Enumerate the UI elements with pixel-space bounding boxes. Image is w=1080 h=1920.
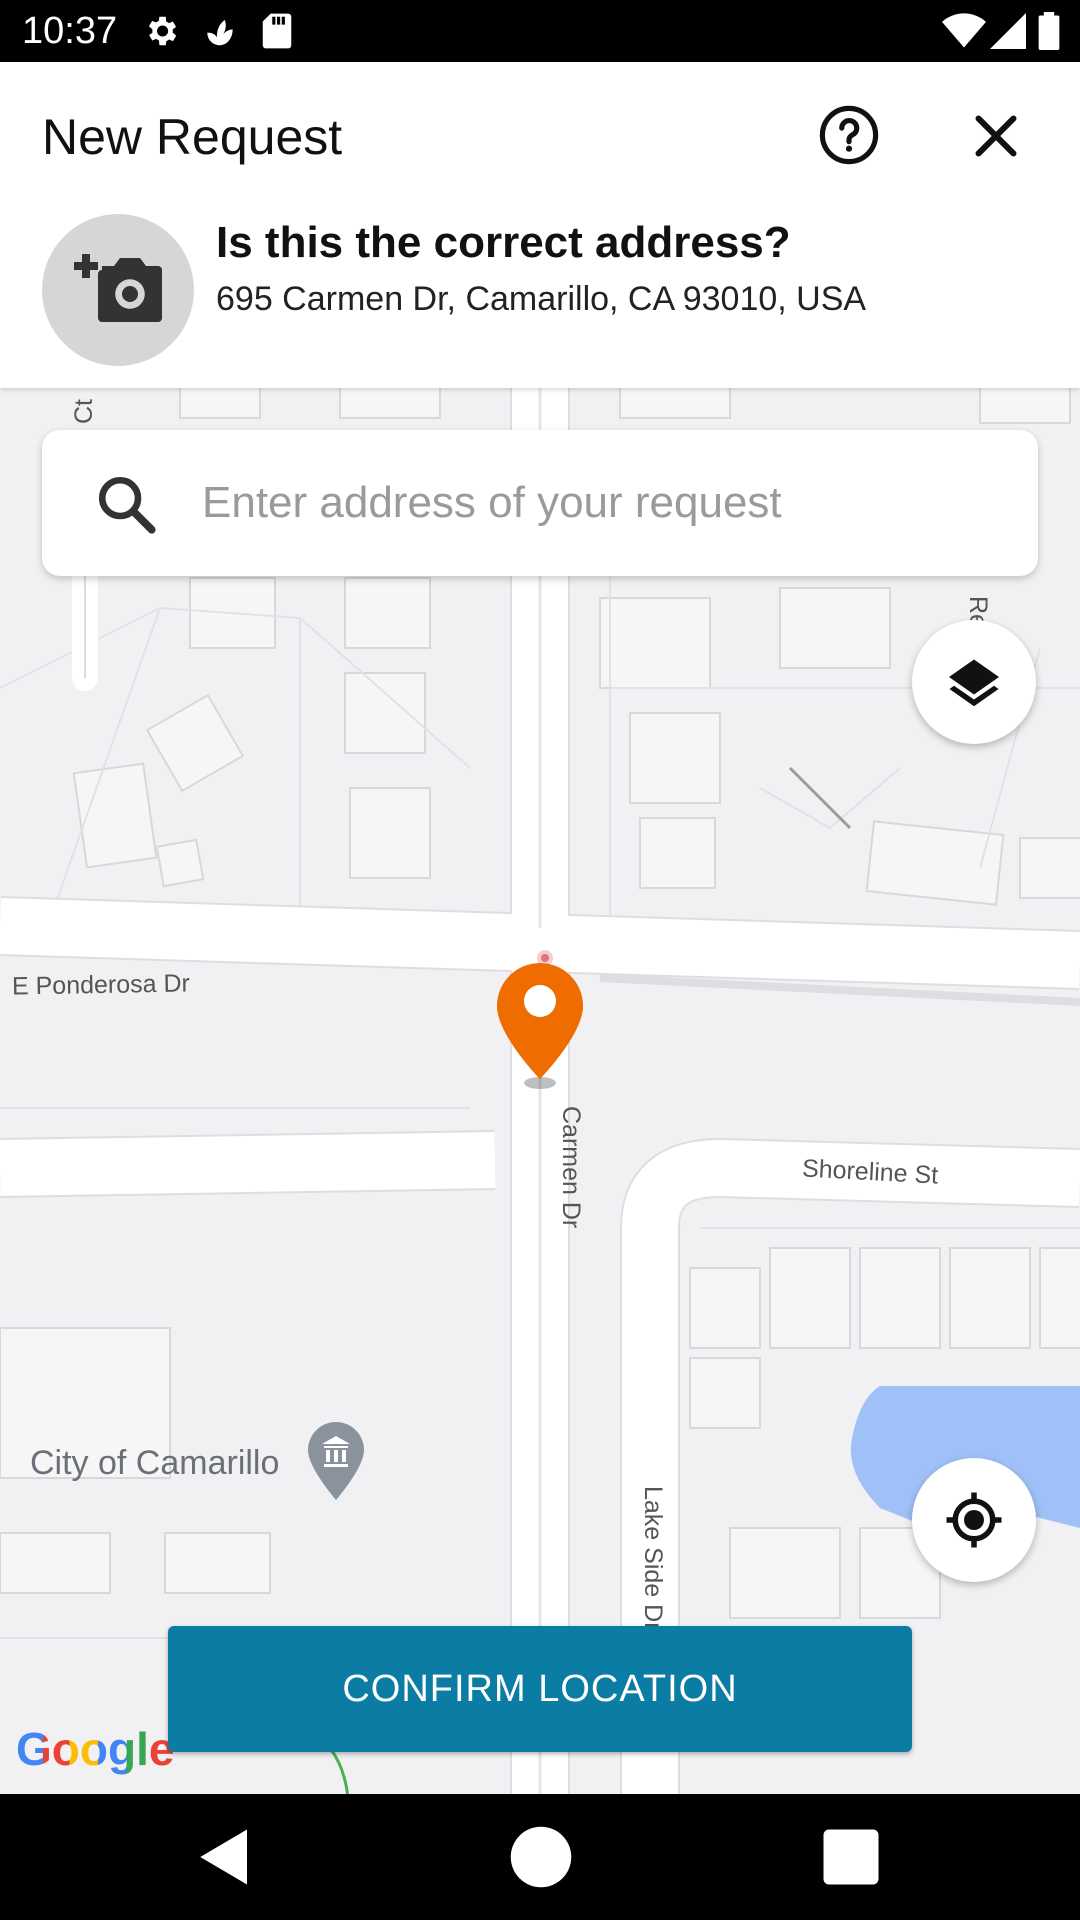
- city-hall-icon[interactable]: [308, 1422, 364, 1500]
- plant-icon: [207, 19, 233, 46]
- cell-signal-icon: [990, 13, 1026, 49]
- battery-icon: [1038, 12, 1060, 50]
- home-icon[interactable]: [508, 1824, 574, 1890]
- recents-icon[interactable]: [818, 1824, 884, 1890]
- address-search-box[interactable]: Enter address of your request: [42, 430, 1038, 576]
- google-attribution: Google: [16, 1722, 174, 1776]
- page-title: New Request: [42, 109, 343, 165]
- back-icon[interactable]: [192, 1824, 258, 1890]
- search-icon: [98, 476, 156, 534]
- sd-card-icon: [262, 13, 292, 49]
- my-location-icon: [946, 1492, 1002, 1548]
- poi-label: City of Camarillo: [30, 1444, 280, 1482]
- add-photo-button[interactable]: [42, 214, 194, 366]
- street-label-carmen: Carmen Dr: [557, 1106, 585, 1229]
- my-location-button[interactable]: [912, 1458, 1036, 1582]
- help-circle-icon[interactable]: [818, 104, 880, 166]
- status-bar: 10:37: [0, 0, 1080, 62]
- street-label-ct: Ct: [70, 399, 98, 424]
- address-question: Is this the correct address?: [216, 218, 791, 267]
- settings-icon: [148, 16, 177, 46]
- map-base: [0, 388, 1080, 1794]
- street-label-ponderosa: E Ponderosa Dr: [11, 969, 191, 1001]
- request-header: New Request Is this the correct address?…: [0, 62, 1080, 388]
- map-layers-button[interactable]: [912, 620, 1036, 744]
- map-view[interactable]: E Ponderosa Dr Carmen Dr Shoreline St La…: [0, 388, 1080, 1794]
- wifi-icon: [942, 13, 986, 48]
- confirm-location-button[interactable]: CONFIRM LOCATION: [168, 1626, 912, 1752]
- layers-icon: [949, 659, 999, 707]
- google-logo: Google: [16, 1723, 175, 1775]
- add-photo-icon: [74, 254, 162, 322]
- street-label-lakeside: Lake Side Dr: [639, 1486, 667, 1631]
- address-text: 695 Carmen Dr, Camarillo, CA 93010, USA: [216, 280, 867, 318]
- status-time: 10:37: [22, 10, 118, 52]
- close-icon[interactable]: [966, 106, 1026, 166]
- search-input[interactable]: Enter address of your request: [202, 478, 782, 528]
- navigation-bar: [0, 1794, 1080, 1920]
- map-pin-icon[interactable]: [497, 963, 583, 1089]
